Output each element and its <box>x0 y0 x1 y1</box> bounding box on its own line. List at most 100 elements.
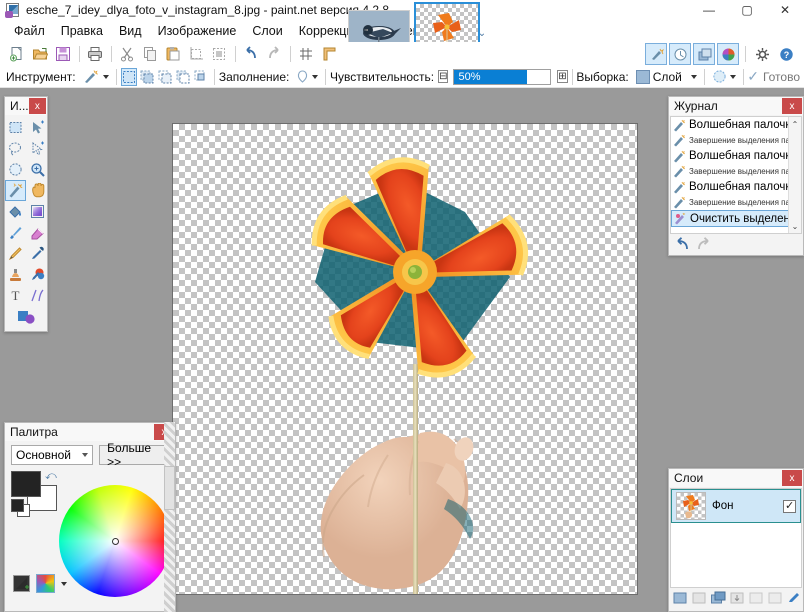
history-scroll-up-button[interactable]: ⌃ <box>789 117 801 131</box>
print-button[interactable] <box>84 43 106 65</box>
copy-button[interactable] <box>139 43 161 65</box>
history-item[interactable]: Волшебная палочка <box>671 179 801 195</box>
merge-layer-down-button[interactable] <box>730 591 746 605</box>
gradient-tool[interactable] <box>27 201 48 222</box>
help-button[interactable]: ? <box>775 43 797 65</box>
history-item[interactable]: Завершение выделения палочкой <box>671 133 801 148</box>
rulers-button[interactable] <box>318 43 340 65</box>
move-selected-tool[interactable] <box>27 117 48 138</box>
menu-image[interactable]: Изображение <box>150 22 245 40</box>
add-color-button[interactable] <box>13 575 30 592</box>
intersect-selection-mode[interactable] <box>193 68 209 86</box>
paint-bucket-tool[interactable] <box>5 201 26 222</box>
layer-row[interactable]: Фон <box>671 489 801 523</box>
move-layer-up-button[interactable] <box>749 591 765 605</box>
move-selection-tool[interactable] <box>27 138 48 159</box>
clone-stamp-tool[interactable] <box>5 264 26 285</box>
tools-window-button[interactable] <box>645 43 667 65</box>
history-item-selected[interactable]: Очистить выделение <box>671 210 801 227</box>
reset-primary-swatch[interactable] <box>11 499 24 512</box>
history-item[interactable]: Волшебная палочка <box>671 148 801 164</box>
layer-properties-button[interactable] <box>787 591 803 605</box>
close-document-chevron-icon[interactable]: ⌄ <box>476 28 488 40</box>
antialiasing-selector[interactable] <box>709 68 739 86</box>
history-item[interactable]: Волшебная палочка <box>671 117 801 133</box>
recolor-tool[interactable] <box>27 264 48 285</box>
save-button[interactable] <box>52 43 74 65</box>
new-button[interactable] <box>6 43 28 65</box>
color-mode-caret-icon[interactable] <box>82 453 89 457</box>
palette-scrollbar[interactable] <box>164 422 175 612</box>
color-wheel[interactable] <box>59 485 171 597</box>
deselect-all-button[interactable] <box>208 43 230 65</box>
colors-window-button[interactable] <box>717 43 739 65</box>
palette-chooser-caret-icon[interactable] <box>61 581 67 586</box>
tolerance-decrease-button[interactable]: ⊟ <box>438 70 449 83</box>
menu-file[interactable]: Файл <box>6 22 53 40</box>
history-window-close-button[interactable]: x <box>782 98 802 114</box>
sampling-dropdown-caret-icon[interactable] <box>690 74 697 79</box>
redo-button[interactable] <box>263 43 285 65</box>
paste-button[interactable] <box>162 43 184 65</box>
layers-window-close-button[interactable]: x <box>782 470 802 486</box>
antialiasing-dropdown-caret-icon[interactable] <box>729 74 736 79</box>
line-curve-tool[interactable] <box>27 285 48 306</box>
layers-window-button[interactable] <box>693 43 715 65</box>
image-canvas[interactable] <box>173 124 637 594</box>
undo-button[interactable] <box>240 43 262 65</box>
menu-view[interactable]: Вид <box>111 22 150 40</box>
xor-selection-mode[interactable] <box>175 68 191 86</box>
grid-button[interactable] <box>295 43 317 65</box>
lasso-select-tool[interactable] <box>5 138 26 159</box>
palette-scrollbar-thumb[interactable] <box>164 466 175 510</box>
open-button[interactable] <box>29 43 51 65</box>
palette-chooser-button[interactable] <box>36 574 55 593</box>
minimize-button[interactable]: — <box>690 0 728 20</box>
ellipse-select-tool[interactable] <box>5 159 26 180</box>
sampling-selector[interactable]: Слой <box>633 68 700 86</box>
cut-button[interactable] <box>116 43 138 65</box>
move-layer-down-button[interactable] <box>768 591 784 605</box>
tool-selector[interactable] <box>80 68 112 86</box>
union-selection-mode[interactable] <box>139 68 155 86</box>
layer-list[interactable]: Фон <box>670 488 802 588</box>
add-layer-button[interactable] <box>673 591 689 605</box>
maximize-button[interactable]: ▢ <box>728 0 766 20</box>
history-undo-button[interactable] <box>674 237 690 254</box>
primary-color-swatch[interactable] <box>11 471 41 497</box>
exclude-selection-mode[interactable] <box>157 68 173 86</box>
rectangle-select-tool[interactable] <box>5 117 26 138</box>
crop-to-selection-button[interactable] <box>185 43 207 65</box>
history-scrollbar[interactable]: ⌃ ⌄ <box>788 117 801 233</box>
magic-wand-tool[interactable] <box>5 180 26 201</box>
replace-selection-mode[interactable] <box>121 67 138 86</box>
shapes-tool[interactable] <box>17 306 38 327</box>
duplicate-layer-button[interactable] <box>711 591 727 605</box>
eraser-tool[interactable] <box>27 222 48 243</box>
menu-edit[interactable]: Правка <box>53 22 111 40</box>
layer-visibility-checkbox[interactable] <box>783 499 796 513</box>
color-wheel-marker[interactable] <box>112 538 119 545</box>
fill-dropdown-caret-icon[interactable] <box>312 74 319 79</box>
delete-layer-button[interactable] <box>692 591 708 605</box>
history-redo-button[interactable] <box>696 237 712 254</box>
color-mode-select[interactable]: Основной <box>11 445 94 465</box>
close-button[interactable]: ✕ <box>766 0 804 20</box>
tolerance-increase-button[interactable]: ⊞ <box>557 70 568 83</box>
tools-window-close-button[interactable]: x <box>28 98 46 114</box>
history-item[interactable]: Завершение выделения палочкой <box>671 164 801 179</box>
menu-layers[interactable]: Слои <box>244 22 290 40</box>
history-scroll-down-button[interactable]: ⌄ <box>789 219 801 233</box>
history-window-button[interactable] <box>669 43 691 65</box>
tolerance-slider[interactable]: 50% <box>453 68 552 85</box>
color-picker-tool[interactable] <box>27 243 48 264</box>
swap-colors-icon[interactable]: ⤺ <box>45 470 57 483</box>
pencil-tool[interactable] <box>5 243 26 264</box>
tool-dropdown-caret-icon[interactable] <box>102 74 109 79</box>
more-colors-button[interactable]: Больше >> <box>99 441 169 469</box>
zoom-tool[interactable] <box>27 159 48 180</box>
history-item[interactable]: Завершение выделения палочкой <box>671 195 801 210</box>
pan-tool[interactable] <box>27 180 48 201</box>
paintbrush-tool[interactable] <box>5 222 26 243</box>
history-list[interactable]: Волшебная палочка Завершение выделения п… <box>670 116 802 234</box>
